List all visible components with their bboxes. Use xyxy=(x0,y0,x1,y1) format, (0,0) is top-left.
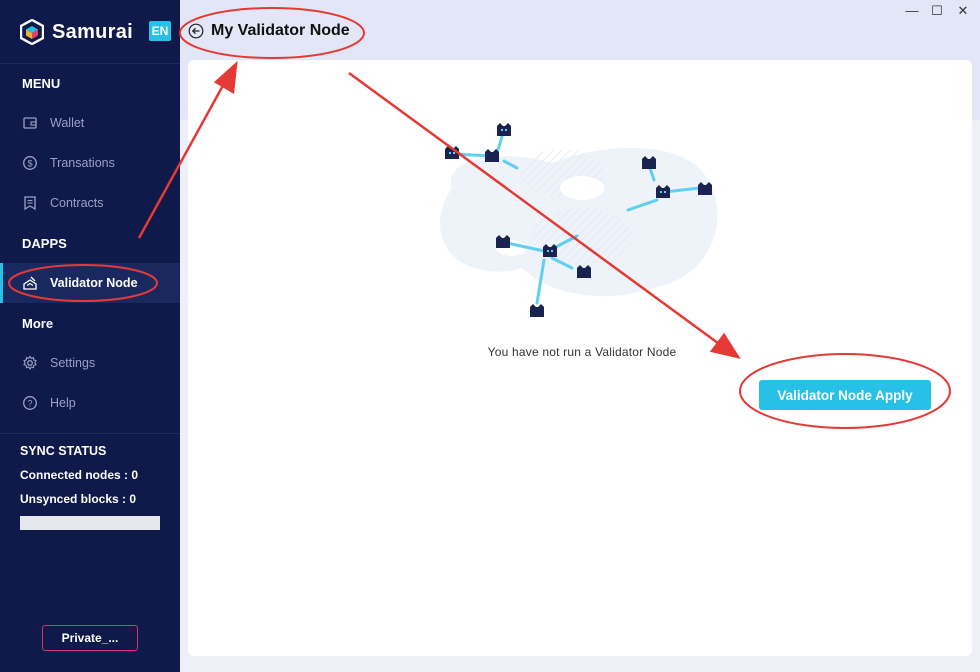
sidebar: Samurai EN MENU Wallet $ Transations Con… xyxy=(0,0,180,672)
minimize-icon[interactable]: — xyxy=(902,3,922,18)
svg-text:$: $ xyxy=(27,159,32,169)
divider xyxy=(0,63,180,64)
sidebar-item-label: Help xyxy=(50,396,76,410)
empty-state-text: You have not run a Validator Node xyxy=(487,345,677,359)
sidebar-item-transations[interactable]: $ Transations xyxy=(0,143,180,183)
language-button[interactable]: EN xyxy=(149,21,171,41)
menu-section-title: MENU xyxy=(22,76,61,91)
more-section-title: More xyxy=(22,316,54,331)
help-icon: ? xyxy=(23,396,37,410)
sidebar-item-label: Settings xyxy=(50,356,96,370)
network-button[interactable]: Private_... xyxy=(42,625,138,651)
sidebar-item-settings[interactable]: Settings xyxy=(0,343,180,383)
samurai-logo-icon xyxy=(20,19,44,45)
maximize-icon[interactable]: ☐ xyxy=(927,3,947,19)
network-illustration xyxy=(440,123,718,317)
sidebar-item-label: Validator Node xyxy=(50,276,138,290)
back-arrow-icon[interactable] xyxy=(188,23,204,39)
validator-icon xyxy=(23,276,37,290)
unsynced-blocks: Unsynced blocks : 0 xyxy=(20,492,137,506)
wallet-icon xyxy=(23,117,37,129)
dollar-icon: $ xyxy=(23,156,37,170)
brand: Samurai xyxy=(20,18,133,46)
sync-status-title: SYNC STATUS xyxy=(20,444,107,458)
validator-node-apply-button[interactable]: Validator Node Apply xyxy=(759,380,931,410)
sidebar-item-contracts[interactable]: Contracts xyxy=(0,183,180,223)
dapps-section-title: DAPPS xyxy=(22,236,67,251)
contract-icon xyxy=(24,196,36,211)
page-title: My Validator Node xyxy=(211,22,350,39)
gear-icon xyxy=(23,355,37,371)
sidebar-item-label: Contracts xyxy=(50,196,104,210)
sidebar-item-help[interactable]: ? Help xyxy=(0,383,180,423)
connected-nodes: Connected nodes : 0 xyxy=(20,468,139,482)
close-icon[interactable]: ✕ xyxy=(953,3,973,19)
brand-name: Samurai xyxy=(52,20,134,43)
sidebar-item-wallet[interactable]: Wallet xyxy=(0,103,180,143)
sidebar-item-label: Transations xyxy=(50,156,115,170)
sidebar-item-label: Wallet xyxy=(50,116,85,130)
sync-progress-bar xyxy=(20,516,160,530)
svg-text:?: ? xyxy=(27,399,32,409)
sidebar-item-validator-node[interactable]: Validator Node xyxy=(0,263,180,303)
divider xyxy=(0,433,180,434)
